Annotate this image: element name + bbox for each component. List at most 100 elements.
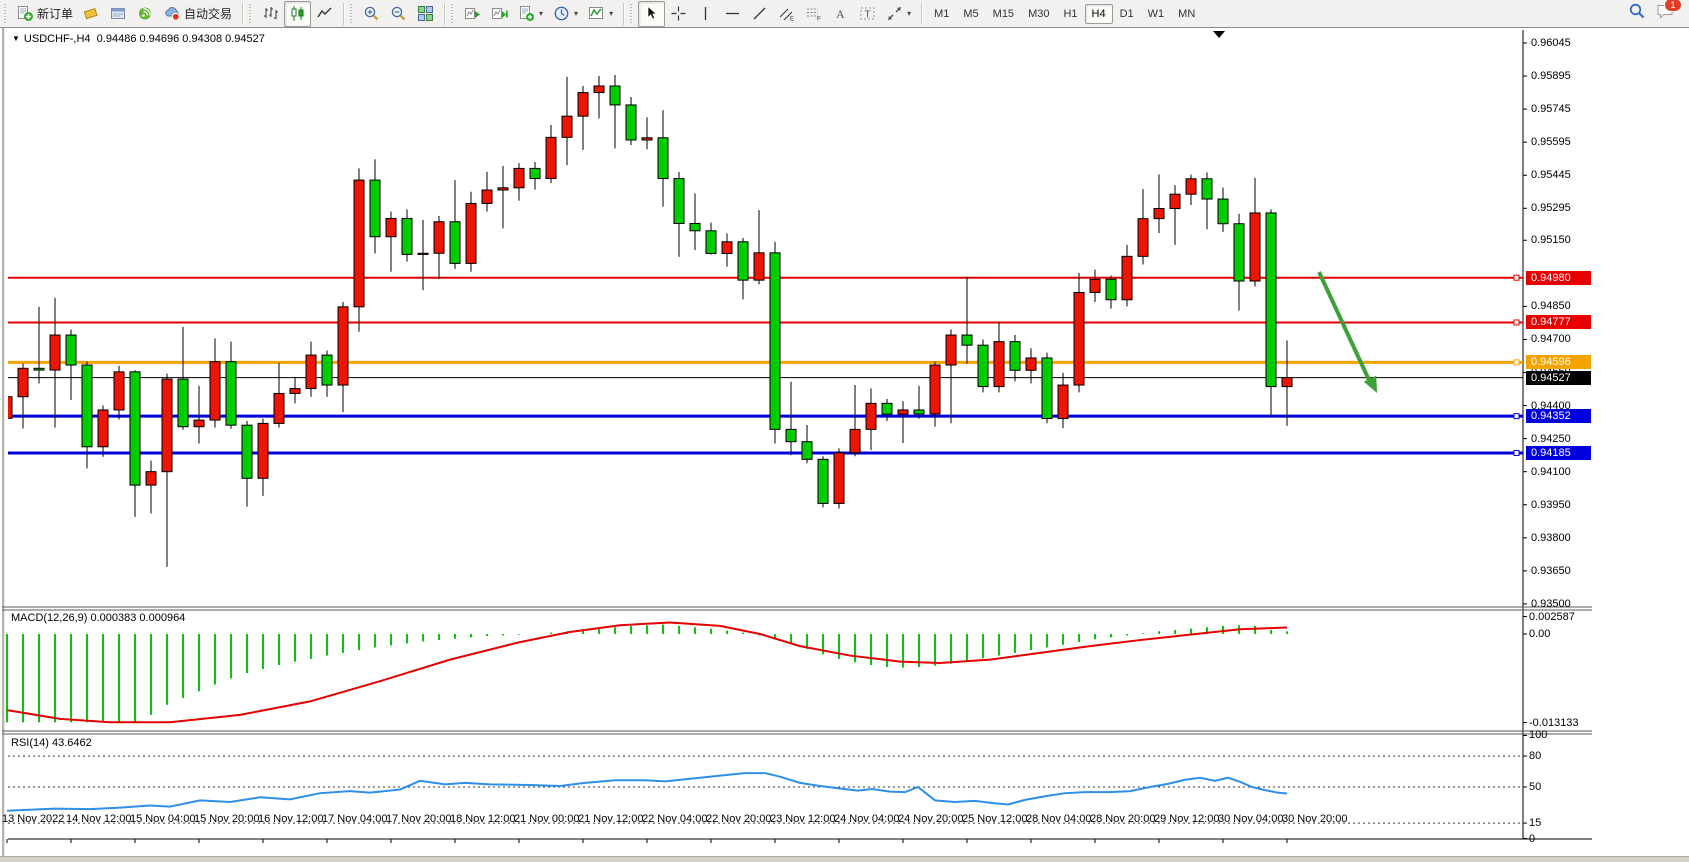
time-axis-label: 24 Nov 20:00 <box>898 813 963 825</box>
candle-body <box>1122 256 1132 299</box>
market-watch-button[interactable] <box>78 1 105 27</box>
candle-body <box>802 442 812 460</box>
svg-text:A: A <box>836 7 845 21</box>
candle-body <box>466 203 476 263</box>
timeframe-m5-button[interactable]: M5 <box>956 4 985 24</box>
candle-body <box>882 403 892 414</box>
candle-body <box>306 355 316 389</box>
mql-community-button[interactable] <box>132 1 159 27</box>
notifications-icon[interactable]: 1 <box>1656 3 1675 25</box>
svg-text:F: F <box>817 17 821 23</box>
horizontal-line-icon <box>724 5 741 22</box>
horizontal-line-button[interactable] <box>719 1 746 27</box>
timeframe-d1-button[interactable]: D1 <box>1113 4 1141 24</box>
timeframe-m1-button[interactable]: M1 <box>927 4 956 24</box>
price-axis-label: 0.95895 <box>1531 70 1571 82</box>
macd-axis-label: 0.002587 <box>1529 611 1575 623</box>
candle-body <box>130 372 140 485</box>
candle-body <box>1010 342 1020 371</box>
rsi-axis-label: 100 <box>1529 729 1547 741</box>
chart-window: ▼USDCHF-,H4 0.94486 0.94696 0.94308 0.94… <box>0 28 1689 862</box>
toolbar-group-3: ▾ ▾ ▾ <box>456 0 621 27</box>
text-button[interactable]: A <box>827 1 854 27</box>
new-order-button[interactable]: 新订单 <box>12 1 78 27</box>
rsi-axis-label: 80 <box>1529 750 1541 762</box>
candle-body <box>50 335 60 370</box>
time-axis-label: 17 Nov 04:00 <box>322 813 387 825</box>
candle-body <box>114 372 124 410</box>
zoom-in-button[interactable] <box>358 1 385 27</box>
fibonacci-button[interactable]: F <box>800 1 827 27</box>
candle-body <box>162 379 172 472</box>
time-axis-label: 15 Nov 20:00 <box>194 813 259 825</box>
time-axis-label: 13 Nov 2022 <box>2 813 64 825</box>
time-axis-label: 21 Nov 00:00 <box>514 813 579 825</box>
toolbar-grip <box>348 4 353 24</box>
chart-shift-button[interactable] <box>486 1 513 27</box>
candlestick-button[interactable] <box>284 1 311 27</box>
macd-axis-label: -0.013133 <box>1529 717 1579 729</box>
candle-body <box>1186 179 1196 194</box>
tile-windows-button[interactable] <box>412 1 439 27</box>
search-icon[interactable] <box>1628 2 1646 25</box>
autotrade-button[interactable]: 自动交易 <box>159 1 237 27</box>
arrows-button[interactable]: ▾ <box>881 1 916 27</box>
timeframe-m30-button[interactable]: M30 <box>1021 4 1056 24</box>
candlestick-icon <box>289 5 306 22</box>
text-label-icon: T <box>859 5 876 22</box>
timeframe-h1-button[interactable]: H1 <box>1056 4 1084 24</box>
zoom-out-button[interactable] <box>385 1 412 27</box>
channel-button[interactable]: E <box>773 1 800 27</box>
indicators-button[interactable]: ▾ <box>583 1 618 27</box>
dropdown-caret-icon[interactable]: ▾ <box>539 9 543 18</box>
dropdown-caret-icon[interactable]: ▾ <box>574 9 578 18</box>
dropdown-caret-icon[interactable]: ▾ <box>907 9 911 18</box>
indicators-icon <box>588 5 605 22</box>
chart-shift-marker[interactable] <box>1213 31 1225 38</box>
candle-body <box>1170 194 1180 208</box>
macd-axis-label: 0.00 <box>1529 628 1550 640</box>
trendline-button[interactable] <box>746 1 773 27</box>
dropdown-caret-icon[interactable]: ▾ <box>609 9 613 18</box>
cursor-button[interactable] <box>638 1 665 27</box>
candlestick-series <box>2 75 1292 567</box>
candle-body <box>2 397 12 419</box>
line-chart-button[interactable] <box>311 1 338 27</box>
price-axis-label: 0.95595 <box>1531 136 1571 148</box>
timeframe-w1-button[interactable]: W1 <box>1141 4 1172 24</box>
chart-menu-icon[interactable]: ▼ <box>12 34 20 43</box>
crosshair-button[interactable] <box>665 1 692 27</box>
time-axis-label: 29 Nov 12:00 <box>1154 813 1219 825</box>
vertical-line-button[interactable] <box>692 1 719 27</box>
candle-body <box>1234 224 1244 281</box>
line-end-marker <box>1514 450 1519 455</box>
time-axis-label: 30 Nov 20:00 <box>1282 813 1347 825</box>
timeframe-h4-button[interactable]: H4 <box>1085 4 1113 24</box>
auto-scroll-button[interactable] <box>459 1 486 27</box>
time-axis-label: 17 Nov 20:00 <box>386 813 451 825</box>
price-axis-label: 0.93650 <box>1531 565 1571 577</box>
candle-body <box>450 222 460 264</box>
period-clock-button[interactable]: ▾ <box>548 1 583 27</box>
line-end-marker <box>1514 414 1519 419</box>
candle-body <box>482 190 492 203</box>
candle-body <box>962 335 972 345</box>
candle-body <box>706 231 716 254</box>
line-end-marker <box>1514 320 1519 325</box>
data-window-button[interactable] <box>105 1 132 27</box>
timeframe-mn-button[interactable]: MN <box>1171 4 1202 24</box>
candle-body <box>674 179 684 224</box>
new-chart-button[interactable]: ▾ <box>513 1 548 27</box>
time-axis-label: 16 Nov 12:00 <box>258 813 323 825</box>
candle-body <box>82 365 92 447</box>
timeframe-m15-button[interactable]: M15 <box>986 4 1021 24</box>
toolbar-grip <box>2 4 7 24</box>
chart-canvas <box>0 28 1689 862</box>
candle-body <box>370 180 380 237</box>
toolbar-group-4: E F AT ▾ <box>635 0 919 27</box>
text-label-button[interactable]: T <box>854 1 881 27</box>
toolbar-group-0: 新订单 自动交易 <box>9 0 240 27</box>
notification-badge: 1 <box>1664 0 1682 12</box>
bar-chart-button[interactable] <box>257 1 284 27</box>
toolbar-group-2 <box>355 0 442 27</box>
